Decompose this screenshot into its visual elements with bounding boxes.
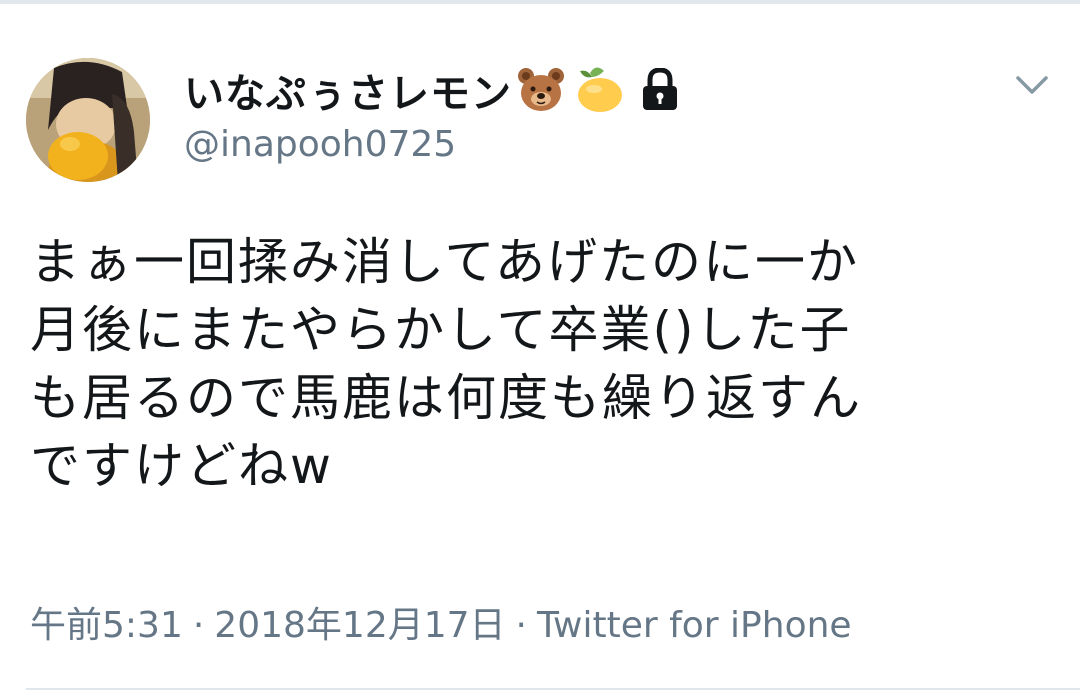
tweet-text-line: まぁ一回揉み消してあげたのに一か [30,233,859,291]
tweet-source-link[interactable]: Twitter for iPhone [537,605,852,646]
avatar[interactable] [26,58,150,182]
tweet-metadata: 午前5:31 · 2018年12月17日 · Twitter for iPhone [30,596,852,648]
top-divider [0,0,1080,4]
bottom-divider [26,688,1080,690]
meta-separator: · [192,605,205,646]
tweet-text-line: も居るので馬鹿は何度も繰り返すん [30,369,862,427]
tweet-text: まぁ一回揉み消してあげたのに一か 月後にまたやらかして卒業()した子 も居るので… [30,228,1060,500]
display-name-row[interactable]: いなぷぅさレモン [184,62,680,118]
tweet-text-line: 月後にまたやらかして卒業()した子 [30,301,852,359]
bear-face-icon [516,67,566,113]
tweet-time[interactable]: 午前5:31 [30,605,183,646]
user-handle[interactable]: @inapooh0725 [184,124,456,165]
chevron-down-icon[interactable] [1012,70,1052,100]
tweet-text-line: ですけどねw [30,437,333,495]
meta-separator: · [515,605,527,646]
display-name[interactable]: いなぷぅさレモン [184,61,512,119]
tweet-date[interactable]: 2018年12月17日 [214,605,505,646]
lock-icon [640,68,680,112]
lemon-icon [570,65,626,115]
